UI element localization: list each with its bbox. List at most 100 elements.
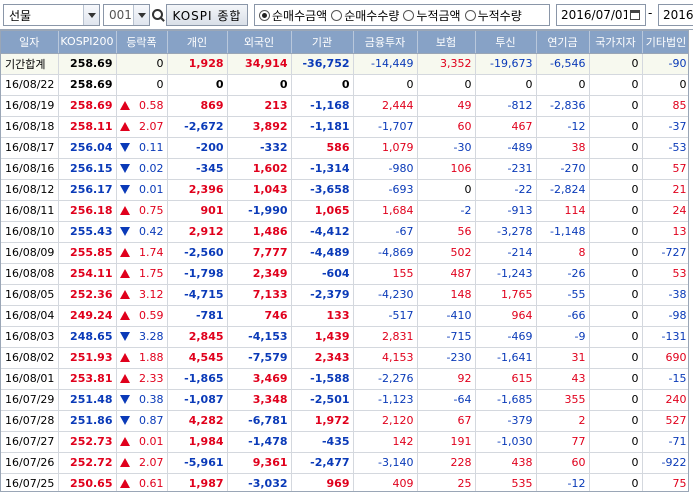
radio-cumulative-quantity[interactable]: 누적수량 [464, 7, 522, 24]
table-header-row: 일자 KOSPI200 등락폭 개인 외국인 기관 금융투자 보험 투신 연기금 국가지자 기타법인 [1, 31, 688, 54]
institution-cell: 2,343 [291, 347, 354, 369]
chevron-down-icon[interactable] [133, 5, 149, 25]
triangle-up-icon [119, 206, 130, 215]
institution-cell: 1,439 [291, 326, 354, 348]
individual-cell: -4,715 [167, 284, 228, 306]
column-header[interactable]: 투신 [475, 31, 537, 54]
table-row[interactable]: 16/08/19 258.69 0.58 869 213 -1,168 2,444 49 -81… [1, 95, 688, 117]
table-row[interactable]: 16/08/11 256.18 0.75 901 -1,990 1,065 1,684 -2-… [1, 200, 688, 222]
foreign-cell: 213 [227, 95, 292, 117]
date-cell: 16/08/04 [1, 305, 59, 327]
triangle-up-icon [119, 311, 130, 320]
table-row[interactable]: 16/08/08 254.11 1.75 -1,798 2,349 -604 155 487-… [1, 263, 688, 285]
date-cell: 기간합계 [1, 53, 59, 75]
pension-cell: 2 [536, 410, 590, 432]
foreign-cell: 0 [227, 74, 292, 96]
column-header[interactable]: 등락폭 [116, 31, 168, 54]
triangle-up-icon [119, 101, 130, 110]
table-row[interactable]: 16/08/01 253.81 2.33 -1,865 3,469 -1,588 -2,27… [1, 368, 688, 390]
other-corp-cell: 24 [642, 200, 688, 222]
triangle-up-icon [119, 458, 130, 467]
total-row[interactable]: 기간합계 258.69 0 1,928 34,914 -36,752 -14,449 3,35… [1, 53, 688, 75]
column-header[interactable]: KOSPI200 [58, 31, 117, 54]
insurance-cell: 49 [417, 95, 476, 117]
kospi200-cell: 252.72 [58, 452, 117, 474]
insurance-cell: -30 [417, 137, 476, 159]
government-cell: 0 [589, 389, 643, 411]
table-row[interactable]: 16/07/26 252.72 2.07 -5,961 9,361 -2,477 -3,14… [1, 452, 688, 474]
change-value: 2.07 [139, 456, 164, 469]
table-row[interactable]: 16/08/03 248.65 3.28 2,845 -4,153 1,439 2,831-… [1, 326, 688, 348]
column-header[interactable]: 일자 [1, 31, 59, 54]
government-cell: 0 [589, 410, 643, 432]
search-icon[interactable] [151, 4, 165, 26]
table-row[interactable]: 16/07/29 251.48 0.38 -1,087 3,348 -2,501 -1,12… [1, 389, 688, 411]
institution-cell: 969 [291, 473, 354, 491]
column-header[interactable]: 금융투자 [353, 31, 418, 54]
column-header[interactable]: 기관 [291, 31, 354, 54]
table-row[interactable]: 16/08/09 255.85 1.74 -2,560 7,777 -4,489 -4,86… [1, 242, 688, 264]
other-corp-cell: 21 [642, 179, 688, 201]
investor-trading-grid[interactable]: 일자 KOSPI200 등락폭 개인 외국인 기관 금융투자 보험 투신 연기금 국가지자 기타법인 … [0, 30, 689, 492]
end-date-field[interactable]: 2016/0 [658, 4, 693, 26]
table-row[interactable]: 16/08/02 251.93 1.88 4,545 -7,579 2,343 4,153-… [1, 347, 688, 369]
insurance-cell: 191 [417, 431, 476, 453]
financial-investment-cell: 0 [353, 74, 418, 96]
change-value: 0.01 [139, 183, 164, 196]
column-header[interactable]: 보험 [417, 31, 476, 54]
foreign-cell: 1,602 [227, 158, 292, 180]
table-row[interactable]: 16/08/12 256.17 0.01 2,396 1,043 -3,658 -693 0-… [1, 179, 688, 201]
change-cell: 0 [116, 74, 168, 96]
individual-cell: 901 [167, 200, 228, 222]
radio-net-buy-quantity[interactable]: 순매수수량 [331, 7, 399, 24]
market-select-value: 선물 [9, 8, 32, 23]
financial-investment-cell: 142 [353, 431, 418, 453]
table-row[interactable]: 16/08/16 256.15 0.02 -345 1,602 -1,314 -980 106… [1, 158, 688, 180]
market-select[interactable]: 선물 [3, 4, 100, 26]
radio-cumulative-amount[interactable]: 누적금액 [403, 7, 461, 24]
column-header[interactable]: 국가지자 [589, 31, 643, 54]
insurance-cell: 228 [417, 452, 476, 474]
other-corp-cell: -90 [642, 53, 688, 75]
column-header[interactable]: 외국인 [227, 31, 292, 54]
individual-cell: -200 [167, 137, 228, 159]
calendar-icon[interactable] [627, 5, 643, 25]
chevron-down-icon[interactable] [83, 5, 99, 25]
column-header[interactable]: 기타법인 [642, 31, 688, 54]
foreign-cell: 3,348 [227, 389, 292, 411]
table-row[interactable]: 16/08/05 252.36 3.12 -4,715 7,133 -2,379 -4,23… [1, 284, 688, 306]
investment-trust-cell: -1,641 [475, 347, 537, 369]
column-header[interactable]: 연기금 [536, 31, 590, 54]
start-date-field[interactable]: 2016/07/01 [556, 4, 646, 26]
financial-investment-cell: 2,120 [353, 410, 418, 432]
table-row[interactable]: 16/07/27 252.73 0.01 1,984 -1,478 -435 142 191-… [1, 431, 688, 453]
kospi200-cell: 252.36 [58, 284, 117, 306]
table-row[interactable]: 16/08/04 249.24 0.59 -781 746 133 -517 -410 964-… [1, 305, 688, 327]
table-row[interactable]: 16/08/22 258.69 0 0 0 0 0 0 0 0 0 0 [1, 74, 688, 96]
date-cell: 16/08/19 [1, 95, 59, 117]
date-cell: 16/07/28 [1, 410, 59, 432]
table-row[interactable]: 16/08/17 256.04 0.11 -200 -332 586 1,079 -30 -48… [1, 137, 688, 159]
column-header[interactable]: 개인 [167, 31, 228, 54]
table-row[interactable]: 16/07/25 250.65 0.61 1,987 -3,032 969 409 25 535… [1, 473, 688, 491]
date-cell: 16/08/08 [1, 263, 59, 285]
insurance-cell: 60 [417, 116, 476, 138]
date-cell: 16/07/27 [1, 431, 59, 453]
radio-net-buy-amount[interactable]: 순매수금액 [259, 7, 327, 24]
kospi200-cell: 250.65 [58, 473, 117, 491]
table-row[interactable]: 16/08/10 255.43 0.42 2,912 1,486 -4,412 -67 56-… [1, 221, 688, 243]
triangle-up-icon [119, 248, 130, 257]
kospi200-cell: 253.81 [58, 368, 117, 390]
institution-cell: -4,489 [291, 242, 354, 264]
individual-cell: 2,396 [167, 179, 228, 201]
kospi200-cell: 254.11 [58, 263, 117, 285]
table-row[interactable]: 16/07/28 251.86 0.87 4,282 -6,781 1,972 2,120 6… [1, 410, 688, 432]
end-date-value: 2016/0 [663, 8, 693, 22]
institution-cell: 0 [291, 74, 354, 96]
date-cell: 16/08/11 [1, 200, 59, 222]
foreign-cell: -4,153 [227, 326, 292, 348]
financial-investment-cell: -1,123 [353, 389, 418, 411]
table-row[interactable]: 16/08/18 258.11 2.07 -2,672 3,892 -1,181 -1,70… [1, 116, 688, 138]
code-select[interactable]: 001 [103, 4, 150, 26]
foreign-cell: -7,579 [227, 347, 292, 369]
